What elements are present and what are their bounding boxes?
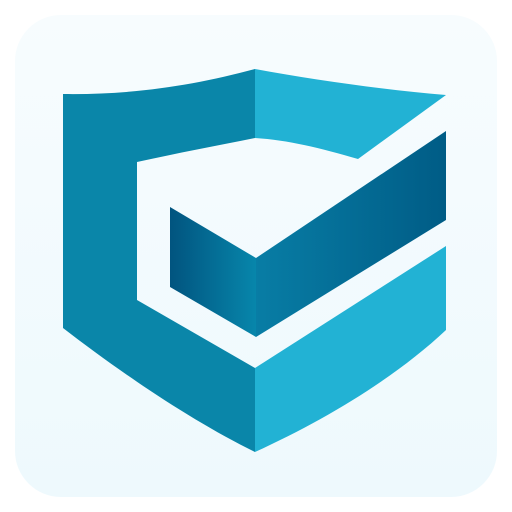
shield-check-icon (15, 15, 497, 497)
app-icon[interactable] (15, 15, 497, 497)
canvas (0, 0, 512, 512)
